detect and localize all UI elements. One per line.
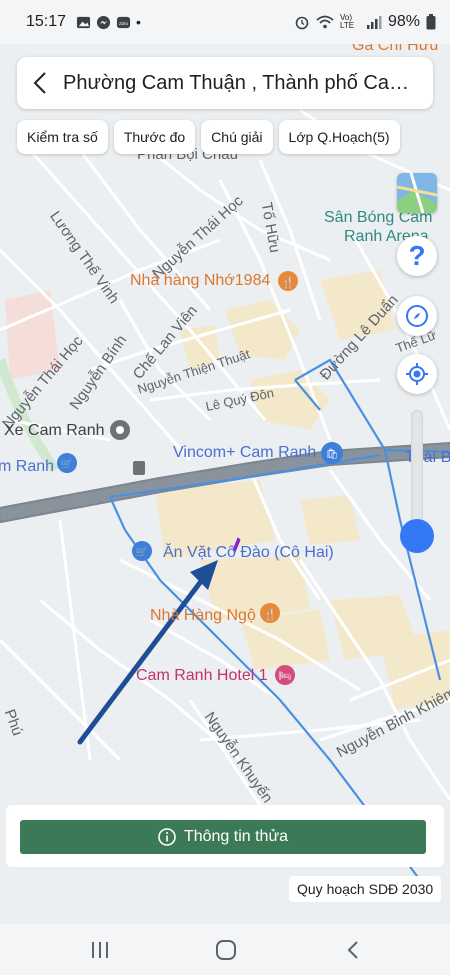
svg-text:🍴: 🍴 — [281, 276, 295, 289]
opacity-slider-knob[interactable] — [400, 519, 434, 553]
svg-text:🛒: 🛒 — [136, 545, 148, 558]
back-icon — [347, 941, 358, 959]
nav-back-button[interactable] — [339, 936, 367, 964]
map-layer-icon — [397, 173, 437, 213]
help-icon: ? — [408, 240, 426, 271]
map-label-nha-hang-ngo: Nhà Hàng Ngộ — [150, 607, 256, 624]
alarm-icon — [295, 16, 309, 30]
help-button[interactable]: ? — [397, 236, 437, 276]
page-title: Phường Cam Thuận , Thành phố Cam Ranh — [63, 71, 433, 94]
map-label-xe-cam-ranh: Xe Cam Ranh — [4, 422, 105, 439]
svg-text:🛏: 🛏 — [279, 671, 292, 682]
map-label-ga-chi-huu: Gà Chí Hữu — [352, 44, 439, 54]
signal-icon — [366, 16, 382, 29]
map-label-cam-ranh-left: m Ranh — [0, 458, 55, 475]
parcel-info-button[interactable]: Thông tin thửa — [20, 820, 426, 854]
map-label-vincom: Vincom+ Cam Ranh — [173, 444, 317, 461]
status-time: 15:17 — [26, 13, 67, 30]
map-label-nha-hang-nho: Nhà hàng Nhớ1984 — [130, 272, 271, 289]
my-location-button[interactable] — [397, 354, 437, 394]
wifi-icon — [316, 15, 334, 29]
svg-text:🍴: 🍴 — [263, 608, 277, 621]
back-arrow-icon — [33, 72, 46, 94]
map-view[interactable]: 🍴 🍴 🛒 🛒 🛍 🛏 Gà Chí Hữu Phan Bội Châu Sân… — [0, 44, 450, 924]
image-icon — [76, 16, 91, 28]
svg-text:Zalo: Zalo — [119, 20, 128, 25]
parcel-info-label: Thông tin thửa — [183, 828, 289, 845]
dot-icon: • — [136, 14, 141, 30]
system-nav-bar — [0, 924, 450, 975]
home-button[interactable] — [212, 936, 240, 964]
battery-percent: 98% — [387, 13, 420, 30]
compass-button[interactable] — [397, 296, 437, 336]
chip-planning-layers[interactable]: Lớp Q.Hoạch(5) — [278, 120, 400, 154]
network-type: Vo) LTE — [339, 13, 355, 30]
my-location-icon — [406, 363, 428, 385]
svg-text:🛍: 🛍 — [326, 448, 339, 460]
compass-icon — [406, 305, 428, 327]
svg-text:🛒: 🛒 — [61, 457, 73, 470]
info-panel: Thông tin thửa — [6, 805, 444, 867]
chip-ruler[interactable]: Thước đo — [113, 120, 196, 154]
map-layer-button[interactable] — [397, 173, 437, 213]
map-canvas: 🍴 🍴 🛒 🛒 🛍 🛏 — [0, 108, 450, 881]
chip-check-number[interactable]: Kiểm tra số — [17, 120, 108, 154]
plan-badge[interactable]: Quy hoạch SDĐ 2030 — [289, 876, 442, 902]
zalo-icon: Zalo — [116, 16, 131, 28]
status-bar: 15:17 Zalo • Vo) LTE 98% — [0, 0, 450, 44]
messenger-icon — [96, 15, 111, 29]
home-icon — [216, 940, 236, 960]
map-label-hotel: Cam Ranh Hotel 1 — [136, 667, 268, 684]
tool-chips: Kiểm tra số Thước đo Chú giải Lớp Q.Hoạc… — [17, 120, 400, 154]
battery-icon — [426, 14, 436, 30]
recents-icon — [92, 942, 108, 958]
back-button[interactable] — [17, 57, 63, 109]
header-bar: Phường Cam Thuận , Thành phố Cam Ranh — [17, 57, 433, 109]
map-label-an-vat: Ăn Vặt Cô Đào (Cô Hai) — [163, 544, 334, 561]
chip-legend[interactable]: Chú giải — [201, 120, 273, 154]
info-icon — [158, 828, 176, 846]
recents-button[interactable] — [86, 936, 114, 964]
